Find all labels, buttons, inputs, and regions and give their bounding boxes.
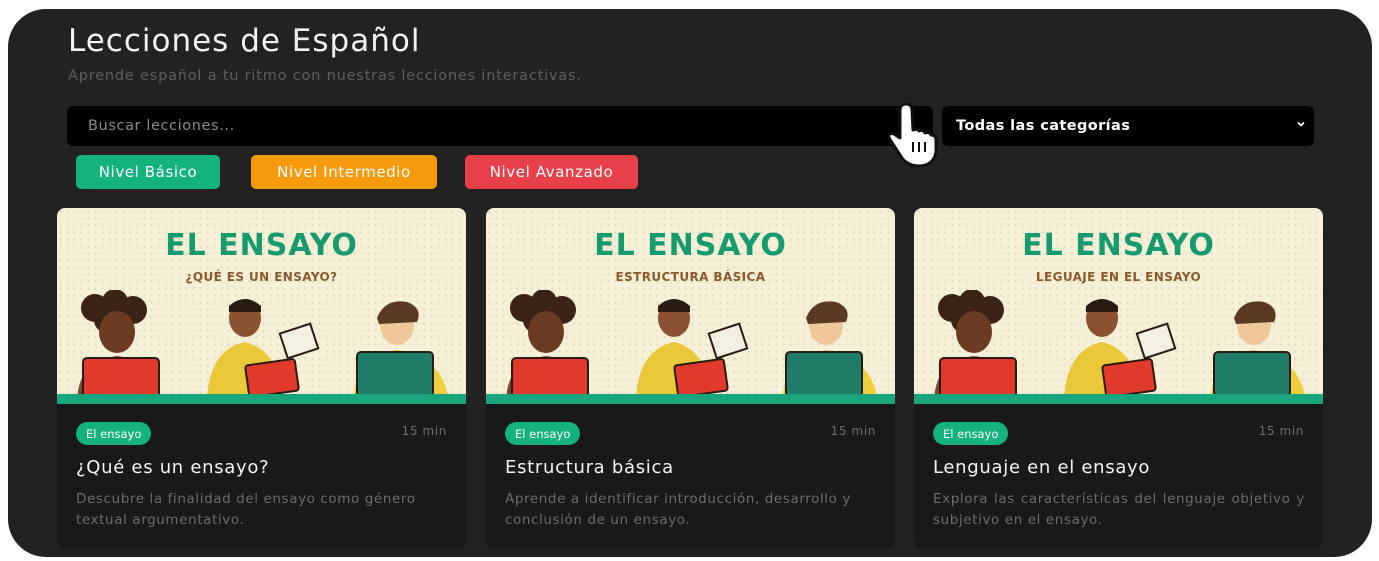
hand-pointer-cursor-icon — [887, 102, 938, 168]
app-window: Lecciones de Español Aprende español a t… — [8, 9, 1372, 557]
category-badge: El ensayo — [76, 422, 152, 445]
lesson-card[interactable]: EL ENSAYO ¿QUÉ ES UN ENSAYO? El ensayo 1… — [57, 208, 466, 549]
lesson-thumbnail: EL ENSAYO ESTRUCTURA BÁSICA — [486, 208, 895, 404]
level-basic-label: Nivel Básico — [98, 163, 198, 181]
category-badge: El ensayo — [933, 422, 1009, 445]
level-advanced-button[interactable]: Nivel Avanzado — [465, 155, 638, 189]
lesson-thumbnail: EL ENSAYO LEGUAJE EN EL ENSAYO — [914, 208, 1323, 404]
category-select[interactable]: Todas las categorías — [942, 106, 1314, 146]
page-title: Lecciones de Español — [68, 23, 421, 59]
page-subtitle: Aprende español a tu ritmo con nuestras … — [68, 68, 582, 84]
students-illustration — [914, 290, 1323, 404]
level-advanced-label: Nivel Avanzado — [489, 163, 614, 181]
thumbnail-title: EL ENSAYO — [165, 228, 358, 263]
category-select-value: Todas las categorías — [956, 118, 1131, 134]
lesson-thumbnail: EL ENSAYO ¿QUÉ ES UN ENSAYO? — [57, 208, 466, 404]
thumbnail-subtitle: ¿QUÉ ES UN ENSAYO? — [185, 270, 338, 284]
level-intermediate-button[interactable]: Nivel Intermedio — [251, 155, 437, 189]
search-input[interactable] — [67, 106, 933, 146]
lesson-description: Aprende a identificar introducción, desa… — [505, 491, 851, 528]
lesson-title: ¿Qué es un ensayo? — [76, 457, 270, 478]
lesson-title: Lenguaje en el ensayo — [933, 457, 1151, 478]
level-basic-button[interactable]: Nivel Básico — [76, 155, 220, 189]
lesson-card[interactable]: EL ENSAYO ESTRUCTURA BÁSICA El ensayo 15 — [486, 208, 895, 549]
lesson-description: Explora las características del lenguaje… — [933, 491, 1305, 528]
thumbnail-subtitle: ESTRUCTURA BÁSICA — [615, 270, 766, 284]
thumbnail-subtitle: LEGUAJE EN EL ENSAYO — [1035, 270, 1202, 284]
duration-label: 15 min — [1258, 424, 1304, 438]
lesson-description: Descubre la finalidad del ensayo como gé… — [76, 491, 416, 528]
students-illustration — [486, 290, 895, 404]
thumbnail-title: EL ENSAYO — [594, 228, 787, 263]
category-badge: El ensayo — [505, 422, 581, 445]
lesson-title: Estructura básica — [505, 457, 674, 478]
thumbnail-title: EL ENSAYO — [1022, 228, 1215, 263]
duration-label: 15 min — [830, 424, 876, 438]
level-intermediate-label: Nivel Intermedio — [277, 163, 411, 181]
chevron-down-icon — [1297, 121, 1305, 127]
students-illustration — [57, 290, 466, 404]
duration-label: 15 min — [401, 424, 447, 438]
lesson-card[interactable]: EL ENSAYO LEGUAJE EN EL ENSAYO El ensayo — [914, 208, 1323, 549]
